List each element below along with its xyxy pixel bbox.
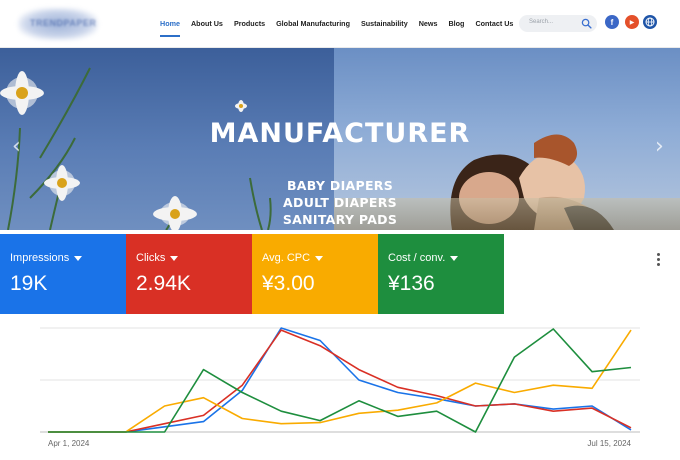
nav-sustainability[interactable]: Sustainability [361, 17, 408, 31]
nav-global-manufacturing[interactable]: Global Manufacturing [276, 17, 350, 31]
nav-blog[interactable]: Blog [448, 17, 464, 31]
dropdown-caret-icon[interactable] [450, 255, 459, 261]
youtube-icon[interactable]: ▶ [625, 15, 639, 29]
metric-card-impressions[interactable]: Impressions 19K [0, 234, 126, 314]
metric-label: Avg. CPC [262, 252, 311, 264]
metric-value: 19K [10, 272, 48, 295]
metric-value: ¥3.00 [262, 272, 315, 295]
dropdown-caret-icon[interactable] [170, 255, 179, 261]
globe-glyph [645, 17, 655, 27]
hero-line-adult-diapers: ADULT DIAPERS [283, 195, 397, 210]
site-logo[interactable]: TRENDPAPER [18, 8, 98, 40]
x-tick-label-end: Jul 15, 2024 [587, 439, 631, 448]
metric-card-cost-per-conv[interactable]: Cost / conv. ¥136 [378, 234, 504, 314]
hero-line-baby-diapers: BABY DIAPERS [286, 178, 394, 193]
nav-about-us[interactable]: About Us [191, 17, 223, 31]
metric-label: Impressions [10, 252, 70, 264]
hero-title: MANUFACTURER [209, 118, 471, 149]
globe-icon[interactable] [643, 15, 657, 29]
nav-contact-us[interactable]: Contact Us [475, 17, 513, 31]
x-tick-label-start: Apr 1, 2024 [48, 439, 90, 448]
kebab-dot [657, 253, 660, 256]
site-header: TRENDPAPER Home About Us Products Global… [0, 0, 680, 48]
metric-value: ¥136 [388, 272, 435, 295]
kebab-dot [657, 263, 660, 266]
series-line-clicks[interactable] [48, 329, 632, 433]
chart-grid [40, 327, 640, 433]
facebook-icon[interactable]: f [605, 15, 619, 29]
performance-line-chart: Apr 1, 2024 Jul 15, 2024 [40, 327, 640, 448]
metric-card-avg-cpc[interactable]: Avg. CPC ¥3.00 [252, 234, 378, 314]
series-line-avg-cpc[interactable] [48, 329, 632, 433]
search-input[interactable]: Search... [519, 15, 597, 32]
metric-value: 2.94K [136, 272, 191, 295]
main-nav: Home About Us Products Global Manufactur… [160, 0, 524, 48]
metric-label: Cost / conv. [388, 252, 446, 264]
nav-news[interactable]: News [419, 17, 438, 31]
carousel-next-icon[interactable]: › [655, 134, 664, 159]
metric-label: Clicks [136, 252, 166, 264]
dropdown-caret-icon[interactable] [315, 255, 324, 261]
carousel-prev-icon[interactable]: ‹ [12, 134, 21, 159]
dropdown-caret-icon[interactable] [74, 255, 83, 261]
logo-text: TRENDPAPER [30, 18, 97, 28]
nav-products[interactable]: Products [234, 17, 265, 31]
nav-home[interactable]: Home [160, 17, 180, 37]
hero-line-sanitary-pads: SANITARY PADS [282, 212, 398, 227]
search-icon[interactable] [581, 18, 592, 29]
search-placeholder: Search... [529, 19, 554, 25]
metric-card-clicks[interactable]: Clicks 2.94K [126, 234, 252, 314]
hero-banner: MANUFACTURER BABY DIAPERS ADULT DIAPERS … [0, 48, 680, 230]
kebab-dot [657, 258, 660, 261]
more-options-icon[interactable] [652, 252, 664, 268]
